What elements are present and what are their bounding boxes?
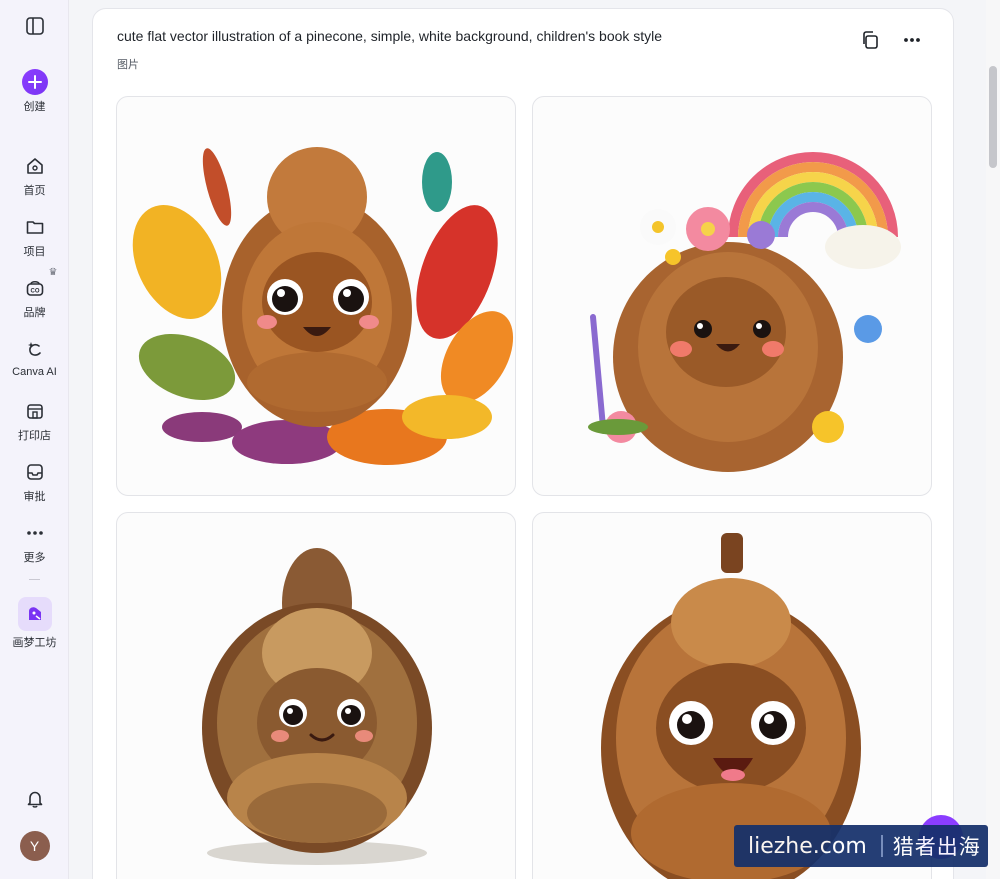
sidebar-item-label: Canva AI [12, 366, 57, 378]
brand-icon: CO ♛ [22, 267, 58, 301]
sidebar-item-label: 项目 [23, 246, 46, 258]
generated-image-3[interactable] [116, 512, 516, 879]
sidebar-item-home[interactable]: 首页 [0, 153, 69, 198]
sidebar-item-label: 品牌 [23, 307, 46, 319]
inbox-icon [22, 459, 48, 485]
watermark: liezhe.com 猎者出海 [734, 825, 988, 867]
realistic-pinecone-image [202, 548, 432, 865]
bell-icon [22, 786, 48, 812]
plus-icon [21, 69, 48, 95]
pinecone-flowers-rainbow-image [588, 152, 901, 472]
sidebar-divider [29, 579, 40, 580]
sidebar-toggle-button[interactable] [0, 13, 69, 39]
more-options-button[interactable] [899, 29, 925, 55]
sparkle-icon [22, 337, 48, 363]
sidebar-item-more[interactable]: 更多 [0, 520, 69, 565]
watermark-divider [880, 835, 883, 857]
svg-text:CO: CO [30, 289, 39, 295]
sidebar-item-print-shop[interactable]: 打印店 [0, 398, 69, 443]
sidebar: 创建 首页 项目 CO ♛ 品牌 Canva AI 打印店 审批 更多 画梦工坊… [0, 0, 69, 879]
generated-image-1[interactable] [116, 96, 516, 496]
notifications-button[interactable] [0, 786, 69, 812]
sidebar-toggle-icon [22, 13, 48, 39]
generated-image-4[interactable] [532, 512, 932, 879]
more-horizontal-icon [902, 30, 922, 55]
sidebar-item-label: 更多 [23, 552, 46, 564]
sidebar-item-canva-ai[interactable]: Canva AI [0, 337, 69, 378]
dream-lab-icon [17, 597, 52, 631]
sidebar-item-dream-lab[interactable]: 画梦工坊 [0, 597, 69, 650]
watermark-site: liezhe.com [748, 833, 867, 859]
create-label: 创建 [23, 101, 46, 113]
pinecone-autumn-leaves-image [132, 147, 514, 465]
print-shop-icon [22, 398, 48, 424]
result-type-label: 图片 [117, 59, 139, 71]
folder-icon [22, 214, 48, 240]
sidebar-item-projects[interactable]: 项目 [0, 214, 69, 259]
prompt-text[interactable]: cute flat vector illustration of a pinec… [117, 28, 662, 44]
scrollbar-thumb[interactable] [989, 66, 997, 168]
sidebar-item-brand[interactable]: CO ♛ 品牌 [0, 267, 69, 320]
avatar: Y [19, 831, 50, 861]
sidebar-item-label: 画梦工坊 [12, 637, 57, 649]
sidebar-item-approvals[interactable]: 审批 [0, 459, 69, 504]
copy-button[interactable] [857, 29, 883, 55]
sidebar-item-label: 打印店 [18, 430, 51, 442]
account-button[interactable]: Y [0, 831, 69, 861]
more-dots-icon [22, 520, 48, 546]
sidebar-item-label: 首页 [23, 185, 46, 197]
crown-icon: ♛ [48, 267, 58, 278]
result-panel: cute flat vector illustration of a pinec… [92, 8, 954, 879]
page-scrollbar[interactable] [986, 0, 1000, 879]
sidebar-item-label: 审批 [23, 491, 46, 503]
watermark-brand: 猎者出海 [892, 836, 981, 859]
copy-icon [860, 30, 880, 55]
create-button[interactable]: 创建 [0, 69, 69, 114]
home-icon [22, 153, 48, 179]
generated-image-2[interactable] [532, 96, 932, 496]
